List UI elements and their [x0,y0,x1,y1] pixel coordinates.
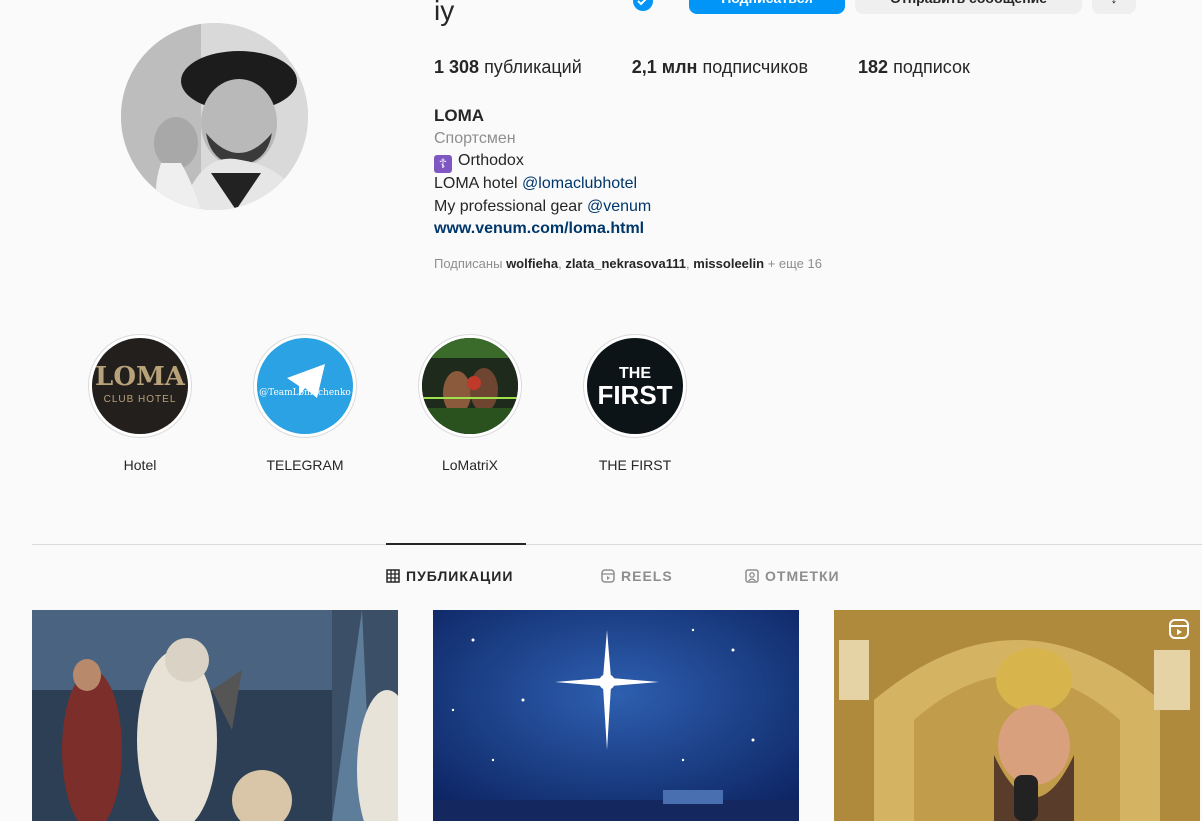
profile-username: iy [434,0,455,26]
highlight-label: Hotel [123,457,157,473]
highlight-cover-the-first: THE FIRST [587,338,683,434]
following-count-label: подписок [893,57,970,77]
post-thumbnail[interactable] [834,610,1200,821]
telegram-caption: @TeamLomachenko [259,388,351,398]
followed-by-prefix: Подписаны [434,256,503,271]
followed-by-user[interactable]: wolfieha [506,256,558,271]
posts-count-label: публикаций [484,57,582,77]
tab-reels-label: REELS [621,568,673,584]
post-image-star [433,610,799,821]
highlight-the-first[interactable]: THE FIRST THE FIRST [582,334,688,473]
profile-bio: LOMA Спортсмен ☦ Orthodox LOMA hotel @lom… [434,105,651,241]
tabs-divider [32,544,1202,545]
highlight-lomatrix[interactable]: LoMatriX [417,334,523,473]
verified-badge-icon [633,0,653,11]
followers-count-label: подписчиков [702,57,809,77]
highlight-ring: @TeamLomachenko [253,334,357,438]
profile-full-name: LOMA [434,106,485,125]
highlight-hotel[interactable]: LOMA CLUB HOTEL Hotel [87,334,193,473]
active-tab-indicator [386,543,526,545]
profile-stats: 1 308 публикаций 2,1 млн подписчиков 182… [434,55,970,79]
highlight-cover-hotel: LOMA CLUB HOTEL [92,338,188,434]
profile-avatar[interactable] [121,23,308,210]
the-first-logo-line2: FIRST [597,380,673,410]
highlight-label: LoMatriX [441,457,499,473]
bio-orthodox-text: Orthodox [458,152,524,170]
tab-tagged[interactable]: ОТМЕТКИ [745,568,840,584]
highlight-ring: LOMA CLUB HOTEL [88,334,192,438]
followed-by-user[interactable]: missoleelin [693,256,764,271]
highlight-telegram[interactable]: @TeamLomachenko TELEGRAM [252,334,358,473]
tab-posts-label: ПУБЛИКАЦИИ [406,568,514,584]
highlight-cover-telegram: @TeamLomachenko [257,338,353,434]
post-image-nativity [32,610,398,821]
tab-tagged-label: ОТМЕТКИ [765,568,840,584]
avatar-photo [121,23,308,210]
loma-logo-text: LOMA [95,362,185,392]
post-thumbnail[interactable] [433,610,799,821]
message-button[interactable]: Отправить сообщение [855,0,1082,14]
profile-category: Спортсмен [434,129,516,147]
club-hotel-text: CLUB HOTEL [103,394,177,405]
bio-line-orthodox: ☦ Orthodox [434,150,651,174]
bio-gear-text: My professional gear [434,197,587,215]
following-count[interactable]: 182 подписок [858,55,970,79]
followed-by-user[interactable]: zlata_nekrasova111 [565,256,686,271]
reel-badge-icon [1169,619,1189,639]
highlight-ring: THE FIRST [583,334,687,438]
post-image-priest [834,610,1200,821]
bio-hotel-text: LOMA hotel [434,175,523,193]
bio-line-hotel: LOMA hotel @lomaclubhotel [434,173,651,196]
follow-button[interactable]: Подписаться [689,0,845,14]
website-link[interactable]: www.venum.com/loma.html [434,218,651,241]
boxing-ring-image [422,338,518,434]
more-options-button[interactable]: ↓ [1092,0,1136,14]
highlight-cover-lomatrix [422,338,518,434]
posts-count: 1 308 публикаций [434,55,582,79]
bio-line-gear: My professional gear @venum [434,196,651,219]
followed-by[interactable]: Подписаны wolfieha, zlata_nekrasova111, … [434,256,822,271]
grid-icon [386,569,400,583]
followers-count-value: 2,1 млн [631,57,698,77]
posts-count-value: 1 308 [434,57,480,77]
telegram-plane-icon [287,364,325,398]
mention-venum-link[interactable]: @venum [587,198,651,215]
highlight-label: TELEGRAM [266,457,344,473]
highlight-ring [418,334,522,438]
tab-posts[interactable]: ПУБЛИКАЦИИ [386,568,513,584]
tagged-icon [745,569,759,583]
mention-lomaclubhotel-link[interactable]: @lomaclubhotel [522,175,637,192]
followers-count[interactable]: 2,1 млн подписчиков [632,55,808,79]
post-thumbnail[interactable] [32,610,398,821]
tab-reels[interactable]: REELS [601,568,673,584]
following-count-value: 182 [858,57,889,77]
highlight-label: THE FIRST [598,457,672,473]
followed-by-more[interactable]: + еще 16 [768,256,822,271]
orthodox-cross-icon: ☦ [434,155,452,174]
reels-icon [601,569,615,583]
